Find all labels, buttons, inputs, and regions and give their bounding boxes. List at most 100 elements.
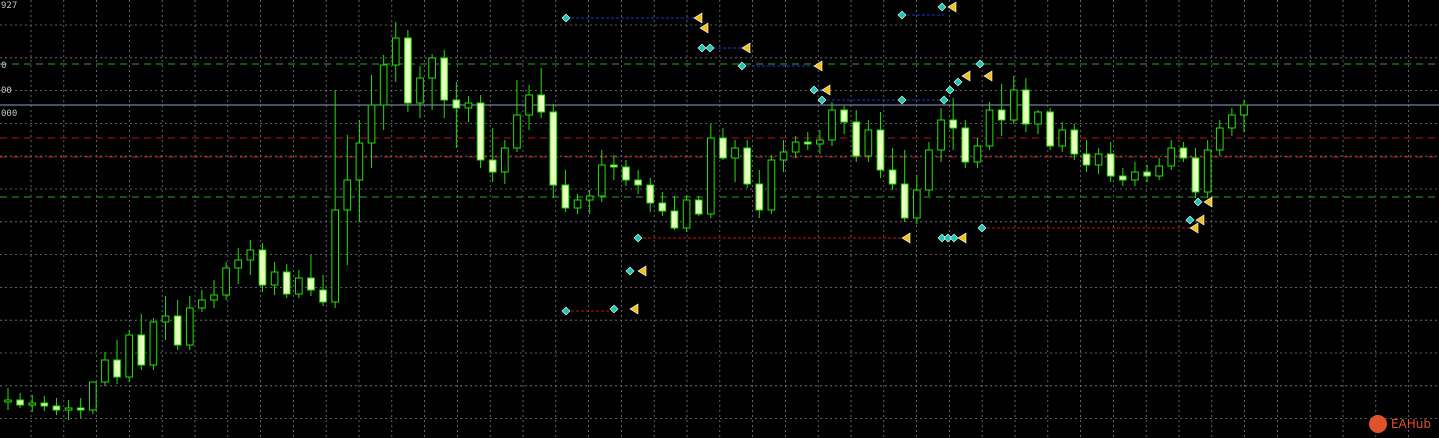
sell-arrow-marker <box>699 22 709 34</box>
candle-body <box>755 183 764 211</box>
buy-arrow-marker <box>633 233 643 243</box>
candle-body <box>961 127 970 163</box>
candle-body <box>307 277 315 291</box>
candle-body <box>1143 171 1151 177</box>
price-chart[interactable]: 927 0 00 000 <box>0 0 1439 438</box>
candle-body <box>900 183 909 219</box>
candle-body <box>912 189 921 219</box>
candle-body <box>622 166 630 181</box>
candle-body <box>852 121 861 157</box>
sell-arrow-marker <box>1203 196 1213 208</box>
candle-body <box>173 315 182 346</box>
candle-body <box>464 102 473 109</box>
candle-body <box>937 119 945 151</box>
candle-body <box>1106 153 1115 177</box>
candle-body <box>476 102 485 161</box>
sell-arrow-marker <box>1189 222 1199 234</box>
candle-body <box>246 249 255 261</box>
candle-body <box>1082 153 1091 166</box>
candle-body <box>997 109 1006 121</box>
candle-body <box>864 129 873 157</box>
candle-body <box>113 359 121 378</box>
candle-body <box>561 184 570 209</box>
candle-body <box>597 164 606 197</box>
candle-body <box>101 359 109 383</box>
candle-body <box>706 137 715 215</box>
candle-body <box>1155 165 1164 177</box>
candle-body <box>149 321 158 366</box>
candle-body <box>258 249 267 286</box>
candle-body <box>137 334 146 366</box>
candle-body <box>234 259 243 269</box>
candle-body <box>694 199 703 215</box>
candle-body <box>452 99 461 109</box>
candle-body <box>1022 89 1030 125</box>
candle-body <box>1009 89 1018 121</box>
candle-body <box>270 271 279 286</box>
watermark: EAHub <box>1368 415 1431 433</box>
sell-arrow-marker <box>983 70 993 82</box>
candle-body <box>610 164 618 168</box>
candle-body <box>28 402 37 406</box>
candle-body <box>1034 111 1042 125</box>
buy-arrow-marker <box>949 233 959 243</box>
candle-body <box>767 159 776 211</box>
candle-body <box>876 129 885 171</box>
candle-body <box>319 289 327 303</box>
candle-body <box>1167 147 1176 167</box>
buy-arrow-marker <box>975 59 985 69</box>
price-label-current: 000 <box>1 109 17 119</box>
candle-body <box>294 277 303 295</box>
buy-arrow-marker <box>897 10 907 20</box>
candle-body <box>791 141 800 153</box>
candle-body <box>682 199 691 229</box>
candle-body <box>585 195 594 201</box>
candle-body <box>973 145 982 163</box>
candle-body <box>549 111 558 186</box>
price-labels: 927 0 00 000 <box>1 1 17 119</box>
candle-body <box>343 179 352 211</box>
buy-arrow-marker <box>737 61 747 71</box>
buy-arrow-marker <box>897 95 907 105</box>
buy-arrow-marker <box>939 95 949 105</box>
candle-body <box>488 159 497 173</box>
sell-arrow-marker <box>741 42 751 54</box>
candle-body <box>634 179 642 186</box>
candle-body <box>985 109 994 147</box>
candle-body <box>1203 149 1212 193</box>
buy-arrow-marker <box>561 306 571 316</box>
candle-body <box>888 169 897 185</box>
candle-body <box>949 119 958 129</box>
sell-arrow-marker <box>629 303 639 315</box>
watermark-text: EAHub <box>1390 417 1431 431</box>
buy-arrow-marker <box>945 85 955 95</box>
candle-body <box>925 149 933 191</box>
candle-body <box>537 94 546 113</box>
buy-arrow-marker <box>953 77 963 87</box>
buy-arrow-marker <box>937 2 947 12</box>
sell-arrow-marker <box>693 12 703 24</box>
candle-body <box>1191 157 1200 193</box>
buy-arrow-marker <box>817 95 827 105</box>
candle-body <box>404 37 412 104</box>
sell-arrow-marker <box>813 60 823 72</box>
candle-body <box>440 57 449 101</box>
candle-body <box>198 299 206 309</box>
candle-body <box>670 210 679 229</box>
candle-body <box>185 307 194 346</box>
sell-arrow-marker <box>821 84 831 96</box>
candle-body <box>40 402 49 407</box>
candle-body <box>76 407 85 411</box>
candle-body <box>416 77 424 104</box>
candle-body <box>1094 153 1103 166</box>
sell-arrow-marker <box>901 232 911 244</box>
buy-arrow-marker <box>1193 197 1203 207</box>
candle-body <box>779 151 788 161</box>
candle-body <box>355 142 364 181</box>
candle-body <box>88 381 97 411</box>
candle-body <box>52 405 61 411</box>
price-label-upper-green: 0 <box>1 61 6 71</box>
candle-body <box>210 294 218 301</box>
candle-body <box>331 209 340 303</box>
candle-body <box>513 114 521 149</box>
